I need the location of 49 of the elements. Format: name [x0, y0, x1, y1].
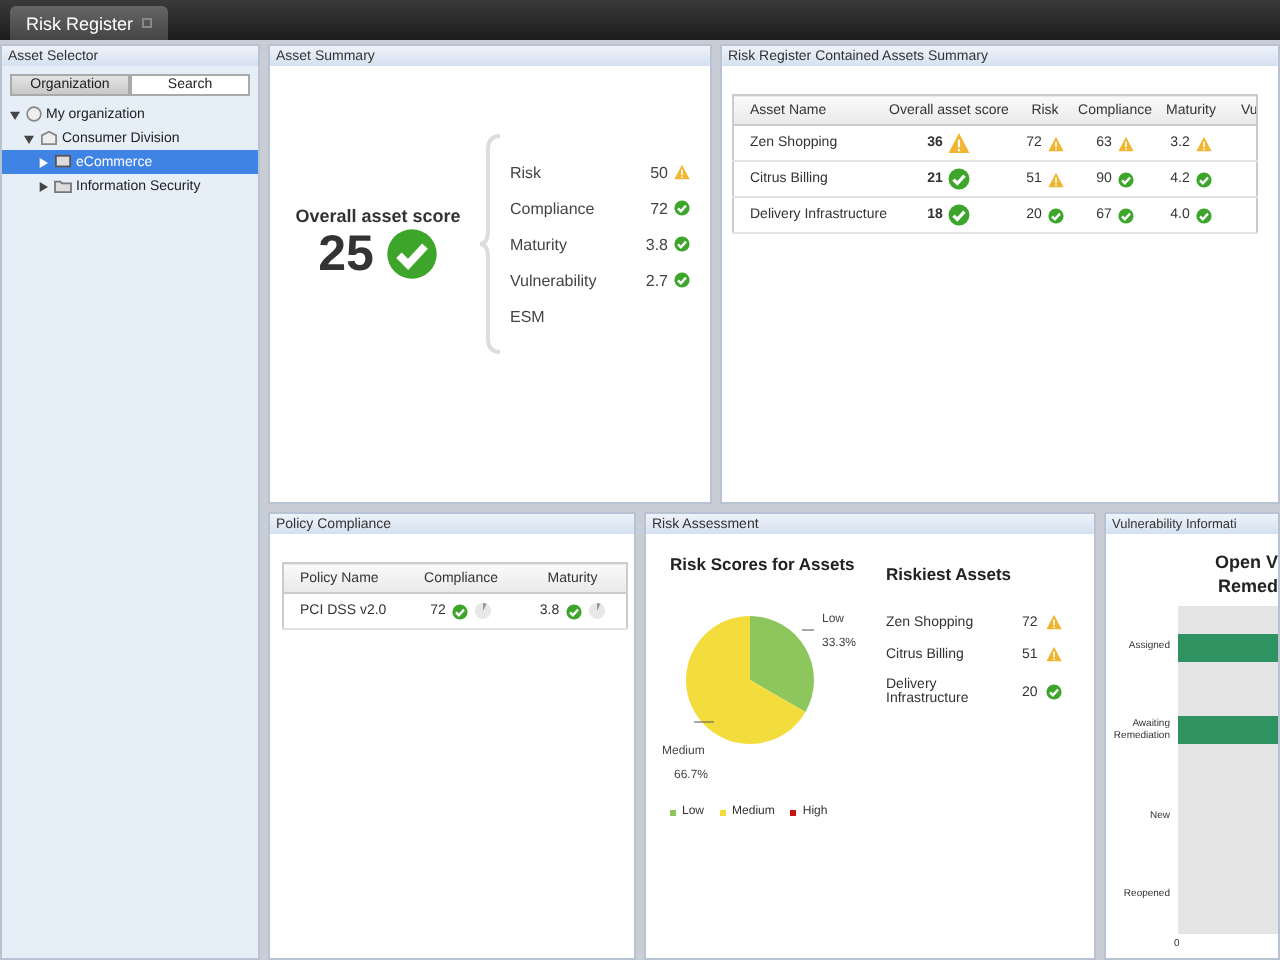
progress-ring-icon: [587, 602, 606, 620]
warning-icon: [948, 132, 971, 154]
metric-value: 2.7: [643, 271, 670, 289]
metric-value: 72: [648, 199, 670, 217]
check-icon: [385, 228, 438, 280]
metric-value: 50: [648, 163, 670, 181]
building-icon: [40, 130, 58, 146]
check-icon: [1047, 207, 1064, 223]
chart-title: Risk Scores for Assets: [670, 554, 857, 574]
section-title: Riskiest Assets: [886, 564, 1012, 584]
caret-down-icon[interactable]: [24, 133, 34, 143]
check-icon: [948, 204, 971, 226]
check-icon: [565, 603, 582, 619]
check-icon: [948, 168, 971, 190]
score-value: 25: [318, 225, 374, 283]
monitor-icon: [54, 154, 72, 170]
check-icon: [674, 236, 690, 252]
check-icon: [1117, 171, 1134, 187]
check-icon: [1195, 207, 1212, 223]
warning-icon: [674, 164, 690, 180]
chart-heading: Open V: [1214, 550, 1278, 574]
globe-icon: [26, 106, 42, 122]
check-icon: [1117, 207, 1134, 223]
caret-down-icon[interactable]: [10, 109, 20, 119]
warning-icon: [1117, 135, 1134, 151]
metric-label: Compliance: [510, 199, 597, 217]
folder-icon: [54, 178, 72, 194]
check-icon: [674, 200, 690, 216]
chart-heading: Remed: [1217, 574, 1278, 598]
warning-icon: [1046, 646, 1062, 662]
check-icon: [1046, 684, 1062, 700]
brace-icon: [478, 134, 502, 354]
check-icon: [1195, 171, 1212, 187]
score-label: Overall asset score: [295, 205, 461, 225]
progress-ring-icon: [473, 602, 492, 620]
metric-label: Maturity: [510, 235, 569, 253]
warning-icon: [1047, 171, 1064, 187]
caret-right-icon[interactable]: [38, 157, 48, 167]
check-icon: [451, 603, 468, 619]
warning-icon: [1047, 135, 1064, 151]
metric-label: ESM: [510, 307, 547, 325]
caret-right-icon[interactable]: [38, 181, 48, 191]
metric-label: Risk: [510, 163, 544, 181]
app-tab[interactable]: Risk Register: [10, 6, 168, 40]
warning-icon: [1195, 135, 1212, 151]
metric-label: Vulnerability: [510, 271, 599, 289]
check-icon: [674, 272, 690, 288]
metric-value: 3.8: [643, 235, 670, 253]
warning-icon: [1046, 614, 1062, 630]
